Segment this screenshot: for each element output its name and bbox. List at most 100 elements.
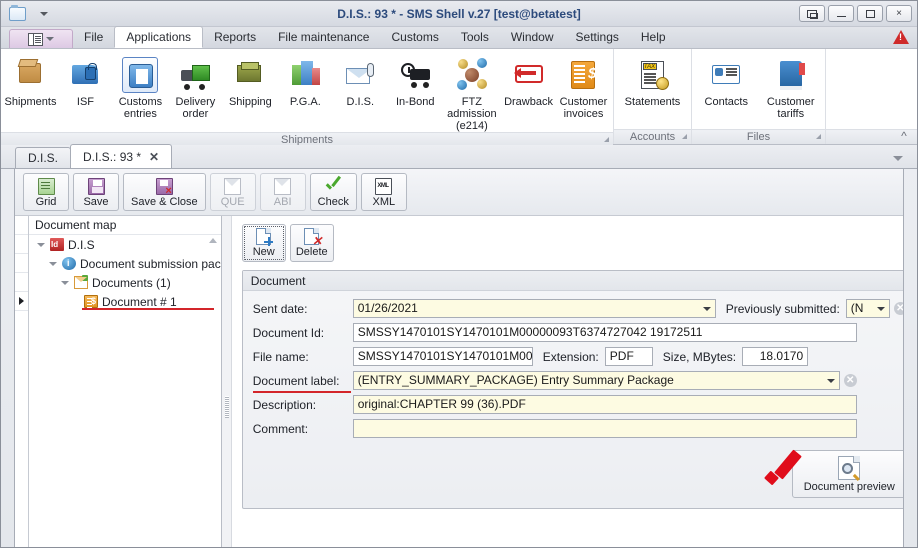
tree-node-documents[interactable]: Documents (1) (29, 273, 221, 292)
delete-button[interactable]: ✕ Delete (289, 224, 334, 262)
maximize-button[interactable] (857, 5, 883, 22)
save-and-close-button[interactable]: Save & Close (123, 173, 206, 211)
menu-item-help[interactable]: Help (630, 27, 677, 48)
sent-date-row: Sent date: 01/26/2021 Previously submitt… (253, 299, 903, 318)
ribbon-item-label: Customs entries (118, 96, 163, 120)
warning-triangle-icon[interactable] (893, 30, 909, 44)
document-group: Document Sent date: 01/26/2021 Previousl… (241, 270, 903, 509)
ribbon-item-customer-tariffs[interactable]: Customer tariffs (759, 53, 824, 120)
ribbon-item-label: Shipments (4, 96, 57, 108)
ribbon-item-customer-invoices[interactable]: $ Customer invoices (556, 53, 611, 120)
description-input[interactable]: original:CHAPTER 99 (36).PDF (352, 395, 857, 414)
chevron-down-icon[interactable] (698, 299, 716, 318)
restore-icon (807, 9, 818, 19)
chevron-down-icon[interactable] (822, 371, 840, 390)
tree-node-label: D.I.S (68, 237, 95, 252)
ribbon-item-pga[interactable]: P.G.A. (278, 53, 333, 108)
pallet-icon (232, 57, 268, 93)
ribbon-item-label: Contacts (704, 96, 748, 108)
tree-node-dis[interactable]: D.I.S (29, 235, 221, 254)
button-label: Document preview (803, 480, 895, 493)
save-close-icon (155, 177, 173, 197)
menu-item-reports[interactable]: Reports (203, 27, 267, 48)
grid-icon (37, 177, 55, 195)
clear-field-icon[interactable]: ✕ (843, 374, 857, 387)
save-button[interactable]: Save (73, 173, 119, 211)
document-label-input[interactable]: (ENTRY_SUMMARY_PACKAGE) Entry Summary Pa… (352, 371, 823, 390)
button-label: QUE (220, 195, 245, 208)
application-menu-button[interactable] (9, 29, 73, 48)
chevron-down-icon[interactable] (872, 299, 890, 318)
chevron-down-icon[interactable] (61, 278, 70, 287)
check-button[interactable]: Check (309, 173, 357, 211)
size-input[interactable]: 18.0170 (742, 347, 809, 366)
ribbon-item-shipping[interactable]: Shipping (223, 53, 278, 108)
scroll-up-icon[interactable] (208, 238, 217, 243)
menu-item-file[interactable]: File (73, 27, 114, 48)
ribbon-item-label: Customer invoices (559, 96, 608, 120)
ribbon-item-ftz-admission[interactable]: FTZ admission (e214) (443, 53, 501, 132)
chevron-down-icon[interactable] (37, 240, 46, 249)
document-tab-strip: D.I.S. D.I.S.: 93 * ✕ (1, 144, 917, 169)
chevron-down-icon[interactable] (49, 259, 58, 268)
minimize-button[interactable] (828, 5, 854, 22)
ribbon-item-drawback[interactable]: Drawback (501, 53, 556, 108)
truck-icon (177, 57, 213, 93)
previously-submitted-input[interactable]: (N (845, 299, 873, 318)
box-icon (12, 57, 48, 93)
quick-access-toolbar[interactable] (1, 4, 48, 21)
ribbon-item-dis[interactable]: D.I.S. (333, 53, 388, 108)
doctab-dis-93[interactable]: D.I.S.: 93 * ✕ (70, 144, 173, 168)
tree-node-submission-package[interactable]: Document submission pac (29, 254, 221, 273)
ribbon-group-empty: ^ (826, 49, 917, 144)
ribbon-item-contacts[interactable]: Contacts (694, 53, 759, 108)
menu-item-tools[interactable]: Tools (450, 27, 500, 48)
ribbon-item-label: P.G.A. (289, 96, 321, 108)
folder-icon[interactable] (9, 4, 26, 21)
menu-item-settings[interactable]: Settings (565, 27, 630, 48)
xml-button[interactable]: XML (360, 173, 407, 211)
ribbon-item-label: Statements (624, 96, 681, 108)
clear-field-icon[interactable]: ✕ (893, 302, 903, 315)
abi-button: ABI (259, 173, 306, 211)
file-name-input[interactable]: SMSSY1470101SY1470101M00000 (352, 347, 533, 366)
close-button[interactable]: × (886, 5, 912, 22)
chevron-down-icon[interactable] (893, 156, 903, 161)
ribbon-item-customs-entries[interactable]: Customs entries (113, 53, 168, 120)
close-icon[interactable]: ✕ (149, 151, 159, 163)
menu-item-applications[interactable]: Applications (114, 26, 204, 48)
doctab-dis[interactable]: D.I.S. (15, 147, 72, 168)
new-button[interactable]: New (241, 224, 286, 262)
menu-item-window[interactable]: Window (500, 27, 565, 48)
chevron-down-icon[interactable] (40, 11, 48, 16)
dialog-launcher-icon[interactable] (816, 134, 821, 139)
gutter-cell (15, 254, 28, 273)
sent-date-combo[interactable]: 01/26/2021 (352, 299, 716, 318)
documents-icon (74, 275, 88, 289)
extension-input[interactable]: PDF (604, 347, 653, 366)
document-id-input[interactable]: SMSSY1470101SY1470101M00000093T637472704… (352, 323, 857, 342)
grid-button[interactable]: Grid (23, 173, 69, 211)
ribbon-item-shipments[interactable]: Shipments (3, 53, 58, 108)
previously-submitted-combo[interactable]: (N (845, 299, 890, 318)
document-preview-button[interactable]: Document preview (791, 450, 903, 498)
check-icon (325, 178, 342, 195)
menu-item-file-maintenance[interactable]: File maintenance (267, 27, 380, 48)
menu-item-customs[interactable]: Customs (380, 27, 449, 48)
ribbon-item-statements[interactable]: TAX Statements (616, 53, 689, 108)
comment-input[interactable] (352, 419, 857, 438)
ribbon-item-delivery-order[interactable]: Delivery order (168, 53, 223, 120)
restore-button[interactable] (799, 5, 825, 22)
document-id-label: Document Id: (252, 325, 325, 340)
sent-date-input[interactable]: 01/26/2021 (352, 299, 699, 318)
ribbon-item-in-bond[interactable]: In-Bond (388, 53, 443, 108)
tree-node-label: Documents (1) (92, 275, 171, 290)
dialog-launcher-icon[interactable] (604, 137, 609, 142)
ribbon-item-isf[interactable]: ISF (58, 53, 113, 108)
document-label-combo[interactable]: (ENTRY_SUMMARY_PACKAGE) Entry Summary Pa… (352, 371, 840, 390)
preview-area: Document preview (791, 450, 903, 498)
info-icon (62, 257, 76, 270)
collapse-ribbon-icon[interactable]: ^ (897, 130, 911, 143)
dialog-launcher-icon[interactable] (682, 134, 687, 139)
vertical-splitter[interactable] (221, 216, 232, 547)
